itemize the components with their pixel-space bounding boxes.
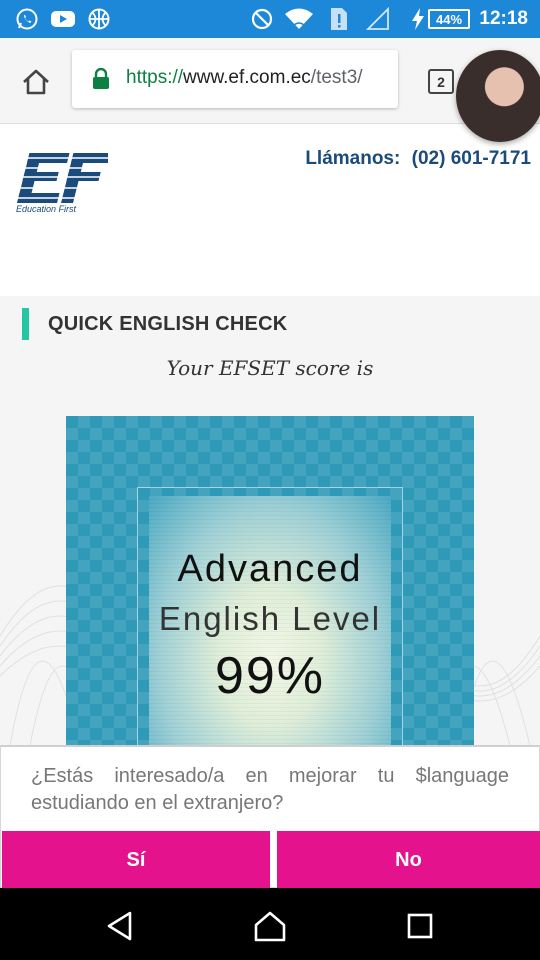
- home-nav-button[interactable]: [250, 906, 290, 946]
- no-button[interactable]: No: [277, 831, 540, 889]
- prompt-question: ¿Estás interesado/a en mejorar tu $langu…: [31, 765, 509, 814]
- wifi-icon: [284, 7, 314, 31]
- url-scheme: https://: [126, 67, 184, 88]
- battery-percent: 44%: [435, 11, 463, 27]
- tab-switcher-button[interactable]: 2: [428, 69, 454, 94]
- call-us[interactable]: Llámanos: (02) 601-7171: [305, 148, 531, 170]
- status-time: 12:18: [479, 8, 528, 29]
- status-bar: 44% 12:18: [0, 0, 540, 38]
- main-content: QUICK ENGLISH CHECK Your EFSET score is …: [0, 296, 540, 746]
- signal-icon: [366, 7, 390, 31]
- logo-subtitle: Education First: [16, 204, 77, 214]
- home-nav-icon: [254, 911, 286, 942]
- section-accent-bar: [22, 308, 29, 340]
- score-intro: Your EFSET score is: [166, 356, 374, 380]
- system-nav-bar: [0, 888, 540, 960]
- study-abroad-prompt: ¿Estás interesado/a en mejorar tu $langu…: [0, 745, 540, 889]
- score-certificate: Advanced English Level 99%: [66, 416, 474, 746]
- back-icon: [107, 911, 132, 941]
- english-level-name: Advanced: [177, 548, 363, 590]
- whatsapp-icon: [14, 7, 40, 31]
- recents-button[interactable]: [400, 906, 440, 946]
- yes-button[interactable]: Sí: [2, 831, 270, 889]
- youtube-icon: [50, 7, 76, 31]
- phone-number[interactable]: (02) 601-7171: [412, 148, 531, 169]
- do-not-disturb-icon: [250, 7, 274, 31]
- basketball-icon: [86, 7, 112, 31]
- back-button[interactable]: [100, 906, 140, 946]
- battery-icon: 44%: [428, 9, 470, 29]
- url-host: www.ef.com.ec: [183, 67, 311, 88]
- url-text: https://www.ef.com.ec/test3/: [126, 67, 363, 89]
- call-label: Llámanos:: [305, 148, 401, 169]
- url-path: /test3/: [310, 67, 363, 88]
- home-icon: [23, 69, 49, 95]
- sim-alert-icon: [328, 7, 350, 31]
- score-percent: 99%: [214, 647, 326, 705]
- site-header: Education First Llámanos: (02) 601-7171: [0, 125, 540, 296]
- section-title: QUICK ENGLISH CHECK: [48, 313, 288, 335]
- url-bar[interactable]: https://www.ef.com.ec/test3/: [72, 50, 398, 108]
- certificate-frame: Advanced English Level 99%: [137, 487, 403, 746]
- english-level-label: English Level: [158, 600, 382, 637]
- home-button[interactable]: [16, 62, 56, 102]
- certificate-panel: Advanced English Level 99%: [149, 496, 391, 746]
- charging-bolt-icon: [410, 7, 426, 31]
- lock-icon: [92, 67, 110, 95]
- avatar[interactable]: [456, 50, 540, 142]
- recents-icon: [407, 913, 433, 939]
